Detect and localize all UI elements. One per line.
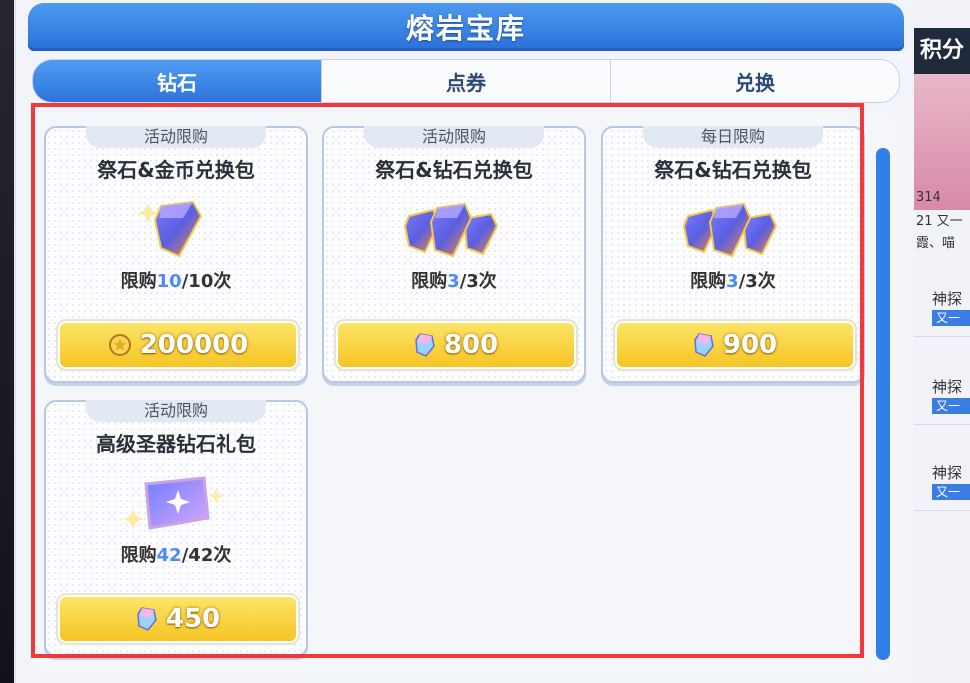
shop-title: 熔岩宝库 bbox=[28, 3, 904, 51]
tab-diamond[interactable]: 钻石 bbox=[33, 60, 322, 102]
side-meta: 314 bbox=[916, 190, 941, 205]
side-meta: 霞、喵 bbox=[916, 236, 956, 251]
side-item-title: 神探 bbox=[932, 464, 963, 482]
scrollbar[interactable] bbox=[876, 148, 890, 660]
side-list-item[interactable]: 神探 又一 bbox=[914, 452, 970, 511]
side-item-title: 神探 bbox=[932, 290, 963, 308]
left-edge-background bbox=[0, 0, 14, 683]
tab-coupon[interactable]: 点券 bbox=[322, 60, 611, 102]
side-item-badge: 又一 bbox=[932, 310, 970, 326]
side-list-item[interactable]: 神探 又一 bbox=[914, 278, 970, 337]
side-item-title: 神探 bbox=[932, 378, 963, 396]
side-meta: 21 又一 bbox=[916, 214, 963, 229]
side-list-item[interactable]: 神探 又一 bbox=[914, 366, 970, 425]
tab-exchange[interactable]: 兑换 bbox=[611, 60, 899, 102]
side-item-badge: 又一 bbox=[932, 484, 970, 500]
side-panel-header: 积分 bbox=[914, 28, 970, 74]
currency-tabs: 钻石 点券 兑换 bbox=[32, 59, 900, 103]
highlight-frame bbox=[31, 103, 864, 658]
side-item-badge: 又一 bbox=[932, 398, 970, 414]
